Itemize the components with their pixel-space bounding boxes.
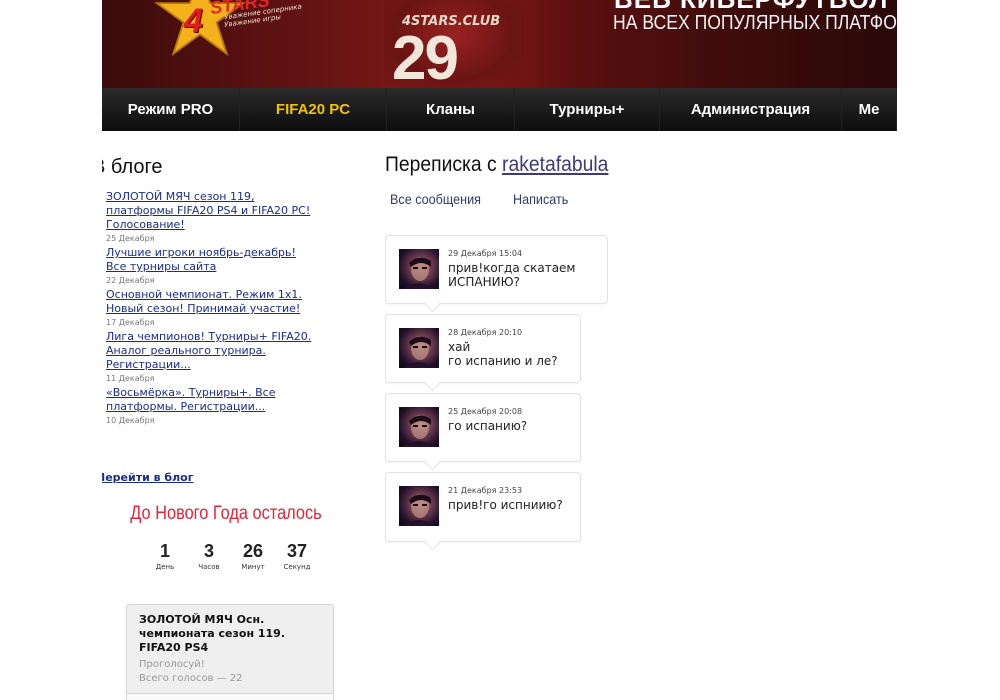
blog-post-date: 17 Декабря (106, 318, 155, 327)
message-date: 29 Декабря 15:04 (448, 249, 523, 258)
message-date: 28 Декабря 20:10 (448, 328, 523, 337)
nav-item-fifa20-pc[interactable]: FIFA20 PC (240, 88, 387, 131)
tab-all-messages[interactable]: Все сообщения (390, 191, 481, 207)
conversation-user-link[interactable]: raketafabula (502, 153, 608, 176)
message-date: 25 Декабря 20:08 (448, 407, 523, 416)
poll-widget: ЗОЛОТОЙ МЯЧ Осн. чемпионата сезон 119. F… (126, 604, 334, 700)
avatar[interactable] (399, 249, 439, 289)
poll-divider (127, 693, 333, 700)
page-title-prefix: Переписка с (385, 153, 503, 176)
list-item: Основной чемпионат. Режим 1x1. Новый сез… (106, 288, 316, 328)
message-item: 28 Декабря 20:10 хай го испанию и ле? (385, 314, 581, 383)
countdown-hours: 3 Часов (187, 540, 231, 572)
blog-post-date: 25 Декабря (106, 234, 155, 243)
blog-list: ЗОЛОТОЙ МЯЧ сезон 119, платформы FIFA20 … (106, 190, 316, 428)
message-text: прив!го испниию? (448, 498, 563, 512)
page-title: Переписка с raketafabula (385, 153, 608, 177)
countdown-label: Часов (198, 563, 220, 571)
countdown-label: День (155, 563, 175, 571)
countdown-label: Секунд (283, 563, 311, 571)
message-text: хай го испанию и ле? (448, 340, 558, 368)
nav-item-tournaments[interactable]: Турниры+ (515, 88, 660, 131)
list-item: Лучшие игроки ноябрь-декабрь! Все турнир… (106, 246, 316, 286)
blog-post-date: 22 Декабря (106, 276, 155, 285)
banner-subheadline: НА ВСЕХ ПОПУЛЯРНЫХ ПЛАТФОРМАХ (613, 12, 897, 34)
conversation-tabs: Все сообщения Написать (390, 191, 597, 207)
avatar[interactable] (399, 486, 439, 526)
countdown-value: 1 (159, 541, 170, 561)
nav-item-pro-mode[interactable]: Режим PRO (102, 88, 240, 131)
poll-vote-count: Всего голосов — 22 (139, 673, 243, 684)
header-banner: 4 STARS Уважение соперника Уважение игры… (102, 0, 897, 88)
user-avatar-icon (403, 336, 435, 368)
message-text: го испанию? (448, 419, 528, 433)
avatar[interactable] (399, 328, 439, 368)
blog-post-link[interactable]: Основной чемпионат. Режим 1x1. Новый сез… (106, 288, 316, 316)
user-avatar-icon (403, 494, 435, 526)
countdown-value: 26 (242, 541, 264, 561)
blog-post-link[interactable]: «Восьмёрка». Турниры+. Все платформы. Ре… (106, 386, 316, 414)
list-item: Лига чемпионов! Турниры+ FIFA20. Аналог … (106, 330, 316, 384)
message-item: 25 Декабря 20:08 го испанию? (385, 393, 581, 462)
nav-item-administration[interactable]: Администрация (660, 88, 842, 131)
page: 4 STARS Уважение соперника Уважение игры… (102, 0, 897, 700)
message-date: 21 Декабря 23:53 (448, 486, 523, 495)
countdown-days: 1 День (143, 540, 187, 572)
poll-title[interactable]: ЗОЛОТОЙ МЯЧ Осн. чемпионата сезон 119. F… (139, 613, 321, 655)
main-nav: Режим PRO FIFA20 PC Кланы Турниры+ Админ… (102, 88, 897, 131)
avatar[interactable] (399, 407, 439, 447)
countdown-seconds: 37 Секунд (275, 540, 319, 572)
blog-post-date: 11 Декабря (106, 374, 155, 383)
user-avatar-icon (403, 415, 435, 447)
blog-post-link[interactable]: Лига чемпионов! Турниры+ FIFA20. Аналог … (106, 330, 316, 372)
nav-item-clans[interactable]: Кланы (387, 88, 515, 131)
tab-write[interactable]: Написать (513, 191, 568, 207)
blog-heading: В блоге (102, 156, 163, 178)
message-item: 29 Декабря 15:04 прив!когда скатаем ИСПА… (385, 235, 608, 304)
countdown-value: 3 (203, 541, 214, 561)
countdown: 1 День 3 Часов 26 Минут 37 Секунд (143, 540, 319, 572)
list-item: ЗОЛОТОЙ МЯЧ сезон 119, платформы FIFA20 … (106, 190, 316, 244)
blog-post-link[interactable]: Лучшие игроки ноябрь-декабрь! Все турнир… (106, 246, 316, 274)
countdown-title: До Нового Года осталось (130, 503, 322, 524)
list-item: «Восьмёрка». Турниры+. Все платформы. Ре… (106, 386, 316, 426)
countdown-label: Минут (241, 563, 265, 571)
message-item: 21 Декабря 23:53 прив!го испниию? (385, 472, 581, 542)
logo-number: 4 (184, 2, 203, 40)
go-to-blog-link[interactable]: Перейти в блог (102, 471, 193, 484)
countdown-minutes: 26 Минут (231, 540, 275, 572)
blog-post-link[interactable]: ЗОЛОТОЙ МЯЧ сезон 119, платформы FIFA20 … (106, 190, 316, 232)
countdown-value: 37 (286, 541, 308, 561)
jersey-number: 29 (392, 24, 459, 89)
message-text: прив!когда скатаем ИСПАНИЮ? (448, 261, 576, 289)
poll-cta: Проголосуй! (139, 659, 205, 670)
user-avatar-icon (403, 257, 435, 289)
blog-post-date: 10 Декабря (106, 416, 155, 425)
nav-item-more[interactable]: Ме (842, 88, 897, 131)
